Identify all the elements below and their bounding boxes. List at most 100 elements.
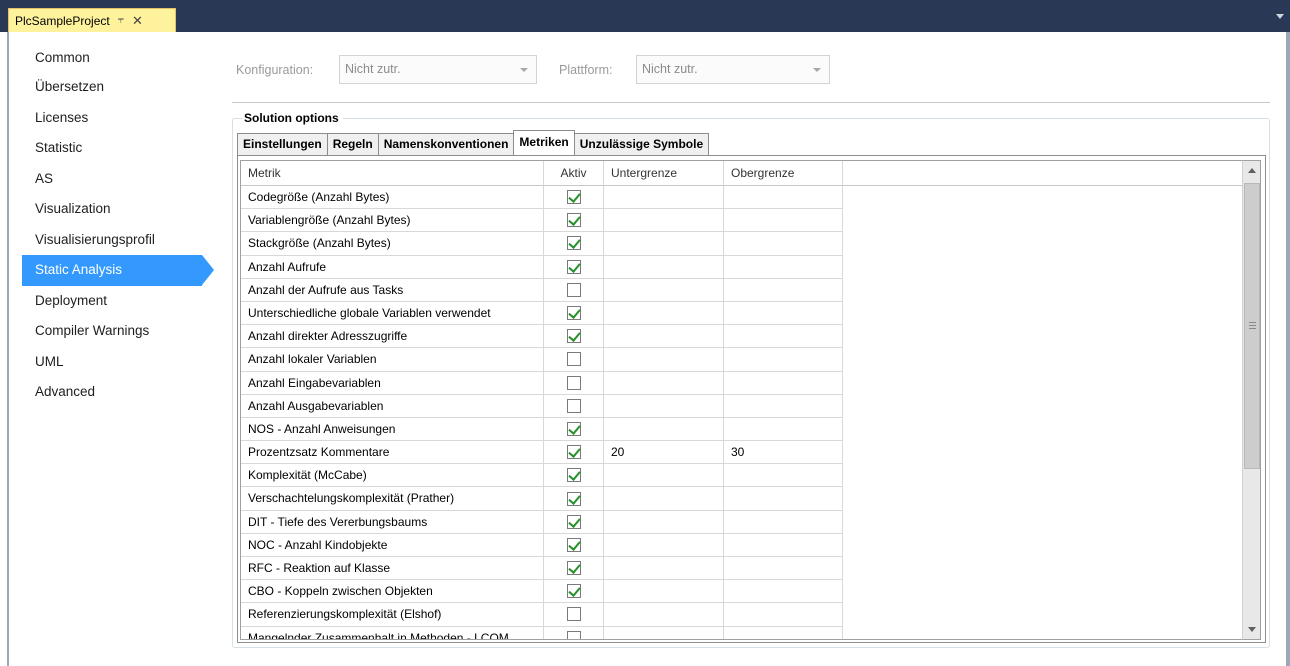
scroll-up-icon[interactable] [1248,168,1256,173]
sidebar-item-deployment[interactable]: Deployment [22,286,202,317]
table-row[interactable]: Anzahl Eingabevariablen [241,371,1242,395]
upper-limit-cell[interactable] [724,417,843,442]
sidebar-item-visualization[interactable]: Visualization [22,194,202,225]
lower-limit-cell[interactable] [604,510,724,534]
active-checkbox[interactable] [566,259,581,274]
upper-limit-cell[interactable] [724,325,843,349]
active-checkbox[interactable] [566,561,581,576]
upper-limit-cell[interactable] [724,255,843,279]
active-checkbox[interactable] [566,537,581,552]
tab-list-dropdown-icon[interactable] [1276,14,1284,19]
upper-limit-cell[interactable] [724,394,843,418]
upper-limit-cell[interactable] [724,487,843,511]
sidebar-item-compiler-warnings[interactable]: Compiler Warnings [22,316,202,347]
upper-limit-cell[interactable] [724,603,843,627]
column-header-untergrenze[interactable]: Untergrenze [604,161,724,186]
upper-limit-cell[interactable] [724,464,843,488]
lower-limit-cell[interactable] [604,232,724,256]
lower-limit-cell[interactable] [604,580,724,604]
sidebar-item-static-analysis[interactable]: Static Analysis [22,255,214,286]
active-checkbox[interactable] [566,236,581,251]
upper-limit-cell[interactable] [724,232,843,256]
lower-limit-cell[interactable] [604,603,724,627]
active-checkbox[interactable] [566,329,581,344]
table-row[interactable]: Anzahl Aufrufe [241,255,1242,279]
active-checkbox[interactable] [566,190,581,205]
document-tab[interactable]: PlcSampleProject ⫧ ✕ [8,8,176,32]
sidebar-item-statistic[interactable]: Statistic [22,133,202,164]
active-checkbox[interactable] [566,468,581,483]
lower-limit-cell[interactable] [604,626,724,639]
upper-limit-cell[interactable] [724,557,843,581]
configuration-select[interactable]: Nicht zutr. [339,55,537,84]
tab-metriken[interactable]: Metriken [513,130,575,155]
active-checkbox[interactable] [566,445,581,460]
table-row[interactable]: CBO - Koppeln zwischen Objekten [241,580,1242,604]
active-checkbox[interactable] [566,491,581,506]
sidebar-item-as[interactable]: AS [22,164,202,195]
active-checkbox[interactable] [566,607,581,622]
lower-limit-cell[interactable] [604,348,724,372]
grid-vertical-scrollbar[interactable] [1242,160,1261,640]
table-row[interactable]: Unterschiedliche globale Variablen verwe… [241,301,1242,326]
active-checkbox[interactable] [566,630,581,639]
table-row[interactable]: Verschachtelungskomplexität (Prather) [241,487,1242,511]
lower-limit-cell[interactable] [604,371,724,395]
upper-limit-cell[interactable] [724,348,843,372]
sidebar-item-visualisierungsprofil[interactable]: Visualisierungsprofil [22,225,202,256]
lower-limit-cell[interactable] [604,278,724,302]
sidebar-item-advanced[interactable]: Advanced [22,377,202,408]
table-row[interactable]: Codegröße (Anzahl Bytes) [241,186,1242,210]
upper-limit-cell[interactable]: 30 [724,441,843,465]
active-checkbox[interactable] [566,352,581,367]
lower-limit-cell[interactable] [604,186,724,210]
active-checkbox[interactable] [566,306,581,321]
scrollbar-thumb[interactable] [1244,183,1260,469]
active-checkbox[interactable] [566,375,581,390]
lower-limit-cell[interactable] [604,394,724,418]
tab-einstellungen[interactable]: Einstellungen [237,133,327,155]
active-checkbox[interactable] [566,584,581,599]
lower-limit-cell[interactable] [604,417,724,442]
lower-limit-cell[interactable] [604,255,724,279]
close-icon[interactable]: ✕ [132,13,143,29]
table-row[interactable]: RFC - Reaktion auf Klasse [241,557,1242,581]
table-row[interactable]: Referenzierungskomplexität (Elshof) [241,603,1242,627]
lower-limit-cell[interactable] [604,487,724,511]
upper-limit-cell[interactable] [724,186,843,210]
active-checkbox[interactable] [566,282,581,297]
table-row[interactable]: Anzahl direkter Adresszugriffe [241,325,1242,349]
upper-limit-cell[interactable] [724,510,843,534]
lower-limit-cell[interactable] [604,325,724,349]
table-row[interactable]: Prozentzsatz Kommentare 20 30 [241,441,1242,465]
active-checkbox[interactable] [566,398,581,413]
lower-limit-cell[interactable] [604,301,724,326]
table-row[interactable]: NOS - Anzahl Anweisungen [241,417,1242,442]
upper-limit-cell[interactable] [724,301,843,326]
lower-limit-cell[interactable] [604,209,724,233]
lower-limit-cell[interactable] [604,557,724,581]
table-row[interactable]: Anzahl Ausgabevariablen [241,394,1242,418]
upper-limit-cell[interactable] [724,626,843,639]
sidebar-item-übersetzen[interactable]: Übersetzen [22,72,202,103]
table-row[interactable]: Mangelnder Zusammenhalt in Methoden - LC… [241,626,1242,639]
table-row[interactable]: Anzahl der Aufrufe aus Tasks [241,278,1242,302]
tab-regeln[interactable]: Regeln [326,133,378,155]
sidebar-item-uml[interactable]: UML [22,347,202,378]
tab-unzulässige-symbole[interactable]: Unzulässige Symbole [574,133,710,155]
upper-limit-cell[interactable] [724,278,843,302]
active-checkbox[interactable] [566,514,581,529]
lower-limit-cell[interactable]: 20 [604,441,724,465]
column-header-obergrenze[interactable]: Obergrenze [724,161,843,186]
upper-limit-cell[interactable] [724,371,843,395]
tab-namenskonventionen[interactable]: Namenskonventionen [377,133,514,155]
upper-limit-cell[interactable] [724,209,843,233]
table-row[interactable]: Variablengröße (Anzahl Bytes) [241,209,1242,233]
upper-limit-cell[interactable] [724,580,843,604]
table-row[interactable]: Anzahl lokaler Variablen [241,348,1242,372]
active-checkbox[interactable] [566,213,581,228]
table-row[interactable]: Stackgröße (Anzahl Bytes) [241,232,1242,256]
table-row[interactable]: Komplexität (McCabe) [241,464,1242,488]
pin-icon[interactable]: ⫧ [118,14,124,27]
lower-limit-cell[interactable] [604,533,724,557]
